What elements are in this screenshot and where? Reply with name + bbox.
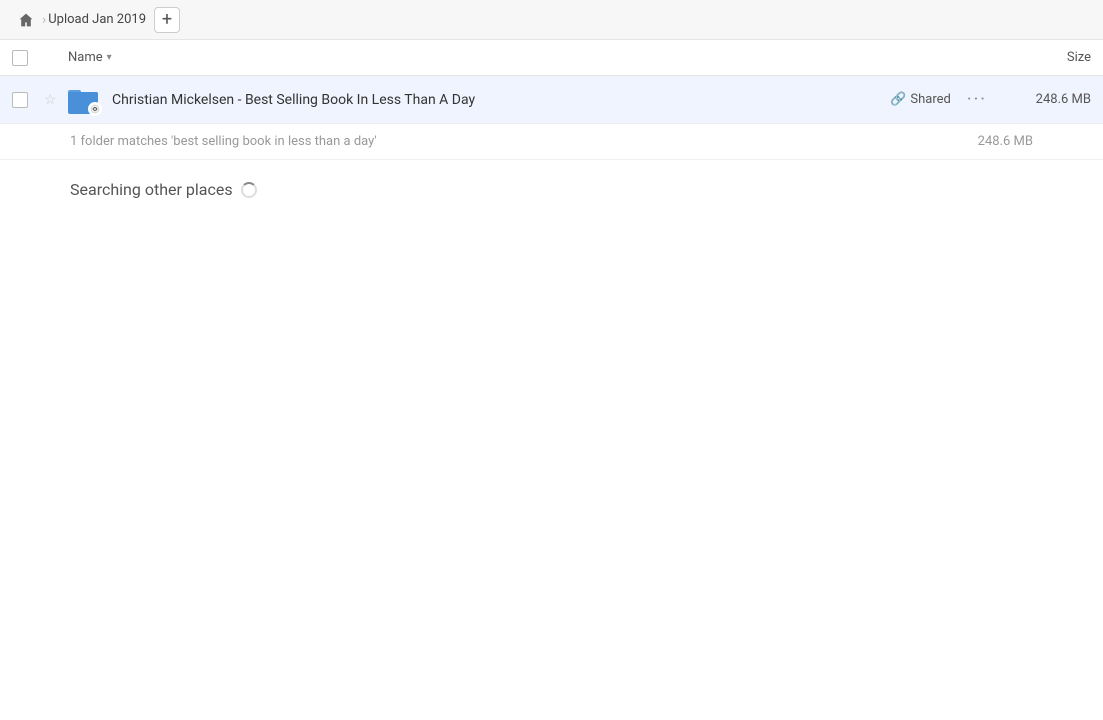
match-info-text: 1 folder matches 'best selling book in l… — [70, 134, 933, 149]
loading-spinner — [241, 182, 257, 198]
sort-arrow-icon: ▾ — [107, 52, 112, 63]
name-column-label: Name — [68, 50, 103, 65]
home-icon — [18, 12, 34, 28]
row-checkbox-col — [12, 92, 44, 108]
home-button[interactable] — [12, 6, 40, 34]
match-info-row: 1 folder matches 'best selling book in l… — [0, 124, 1103, 160]
shared-label: Shared — [910, 92, 950, 107]
shared-badge-icon — [90, 104, 100, 114]
more-options-button[interactable]: ··· — [963, 89, 991, 110]
folder-icon-wrapper — [68, 86, 98, 114]
folder-shared-badge — [88, 102, 102, 116]
searching-section: Searching other places — [0, 160, 1103, 219]
row-file-icon-col — [68, 86, 104, 114]
name-column-header[interactable]: Name ▾ — [68, 50, 991, 65]
star-icon: ☆ — [44, 92, 57, 108]
searching-label: Searching other places — [70, 180, 233, 199]
row-star-col[interactable]: ☆ — [44, 92, 68, 108]
checkbox-header-col — [12, 50, 44, 66]
select-all-checkbox[interactable] — [12, 50, 28, 66]
shared-indicator: 🔗 Shared — [890, 92, 951, 107]
file-list-row[interactable]: ☆ Christian Mickelsen - Best Selling Boo… — [0, 76, 1103, 124]
breadcrumb-separator: › — [42, 12, 46, 28]
add-button[interactable]: + — [154, 7, 180, 33]
size-column-header: Size — [991, 50, 1091, 65]
match-size-text: 248.6 MB — [933, 134, 1033, 149]
row-file-size: 248.6 MB — [991, 92, 1091, 107]
breadcrumb-title[interactable]: Upload Jan 2019 — [48, 12, 146, 27]
row-file-name: Christian Mickelsen - Best Selling Book … — [104, 92, 890, 108]
row-checkbox[interactable] — [12, 92, 28, 108]
column-headers: Name ▾ Size — [0, 40, 1103, 76]
row-actions: 🔗 Shared ··· — [890, 89, 991, 110]
breadcrumb-bar: › Upload Jan 2019 + — [0, 0, 1103, 40]
link-icon: 🔗 — [890, 92, 906, 107]
